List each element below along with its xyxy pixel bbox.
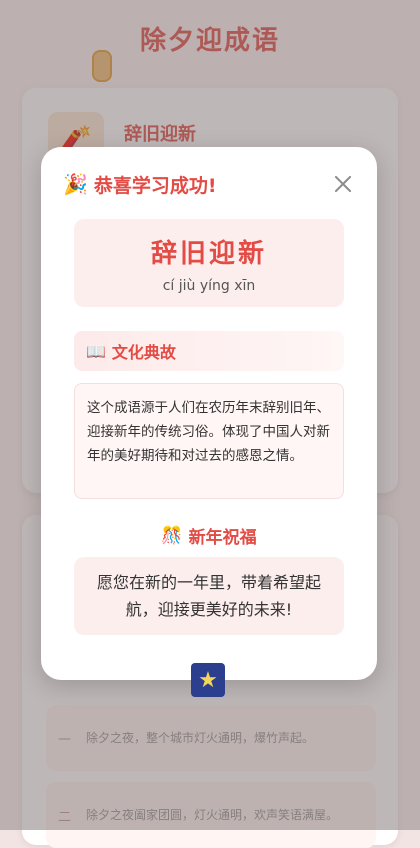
close-button[interactable] (329, 170, 357, 198)
modal-header: 🎉 恭喜学习成功! (63, 169, 357, 199)
modal-title: 恭喜学习成功! (93, 174, 217, 197)
success-modal: 🎉 恭喜学习成功! 辞旧迎新 cí jiù yíng xīn 📖 文化典故 这个… (41, 147, 377, 680)
blessing-text: 愿您在新的一年里，带着希望起航，迎接更美好的未来! (74, 557, 344, 635)
idiom-box: 辞旧迎新 cí jiù yíng xīn (74, 219, 344, 307)
culture-section-header: 📖 文化典故 (74, 331, 344, 371)
blessing-section-header: 🎊 新年祝福 (41, 523, 377, 549)
book-icon: 📖 (86, 341, 106, 361)
idiom-word: 辞旧迎新 (150, 239, 267, 269)
culture-story-text: 这个成语源于人们在农历年末辞别旧年、迎接新年的传统习俗。体现了中国人对新年的美好… (74, 383, 344, 499)
confetti-icon: 🎊 (161, 525, 183, 546)
idiom-pinyin: cí jiù yíng xīn (162, 278, 256, 294)
culture-section-label: 文化典故 (111, 343, 176, 362)
blessing-section-label: 新年祝福 (188, 528, 257, 548)
shooting-star-icon: ★ (191, 663, 225, 697)
party-popper-icon: 🎉 (63, 172, 88, 196)
